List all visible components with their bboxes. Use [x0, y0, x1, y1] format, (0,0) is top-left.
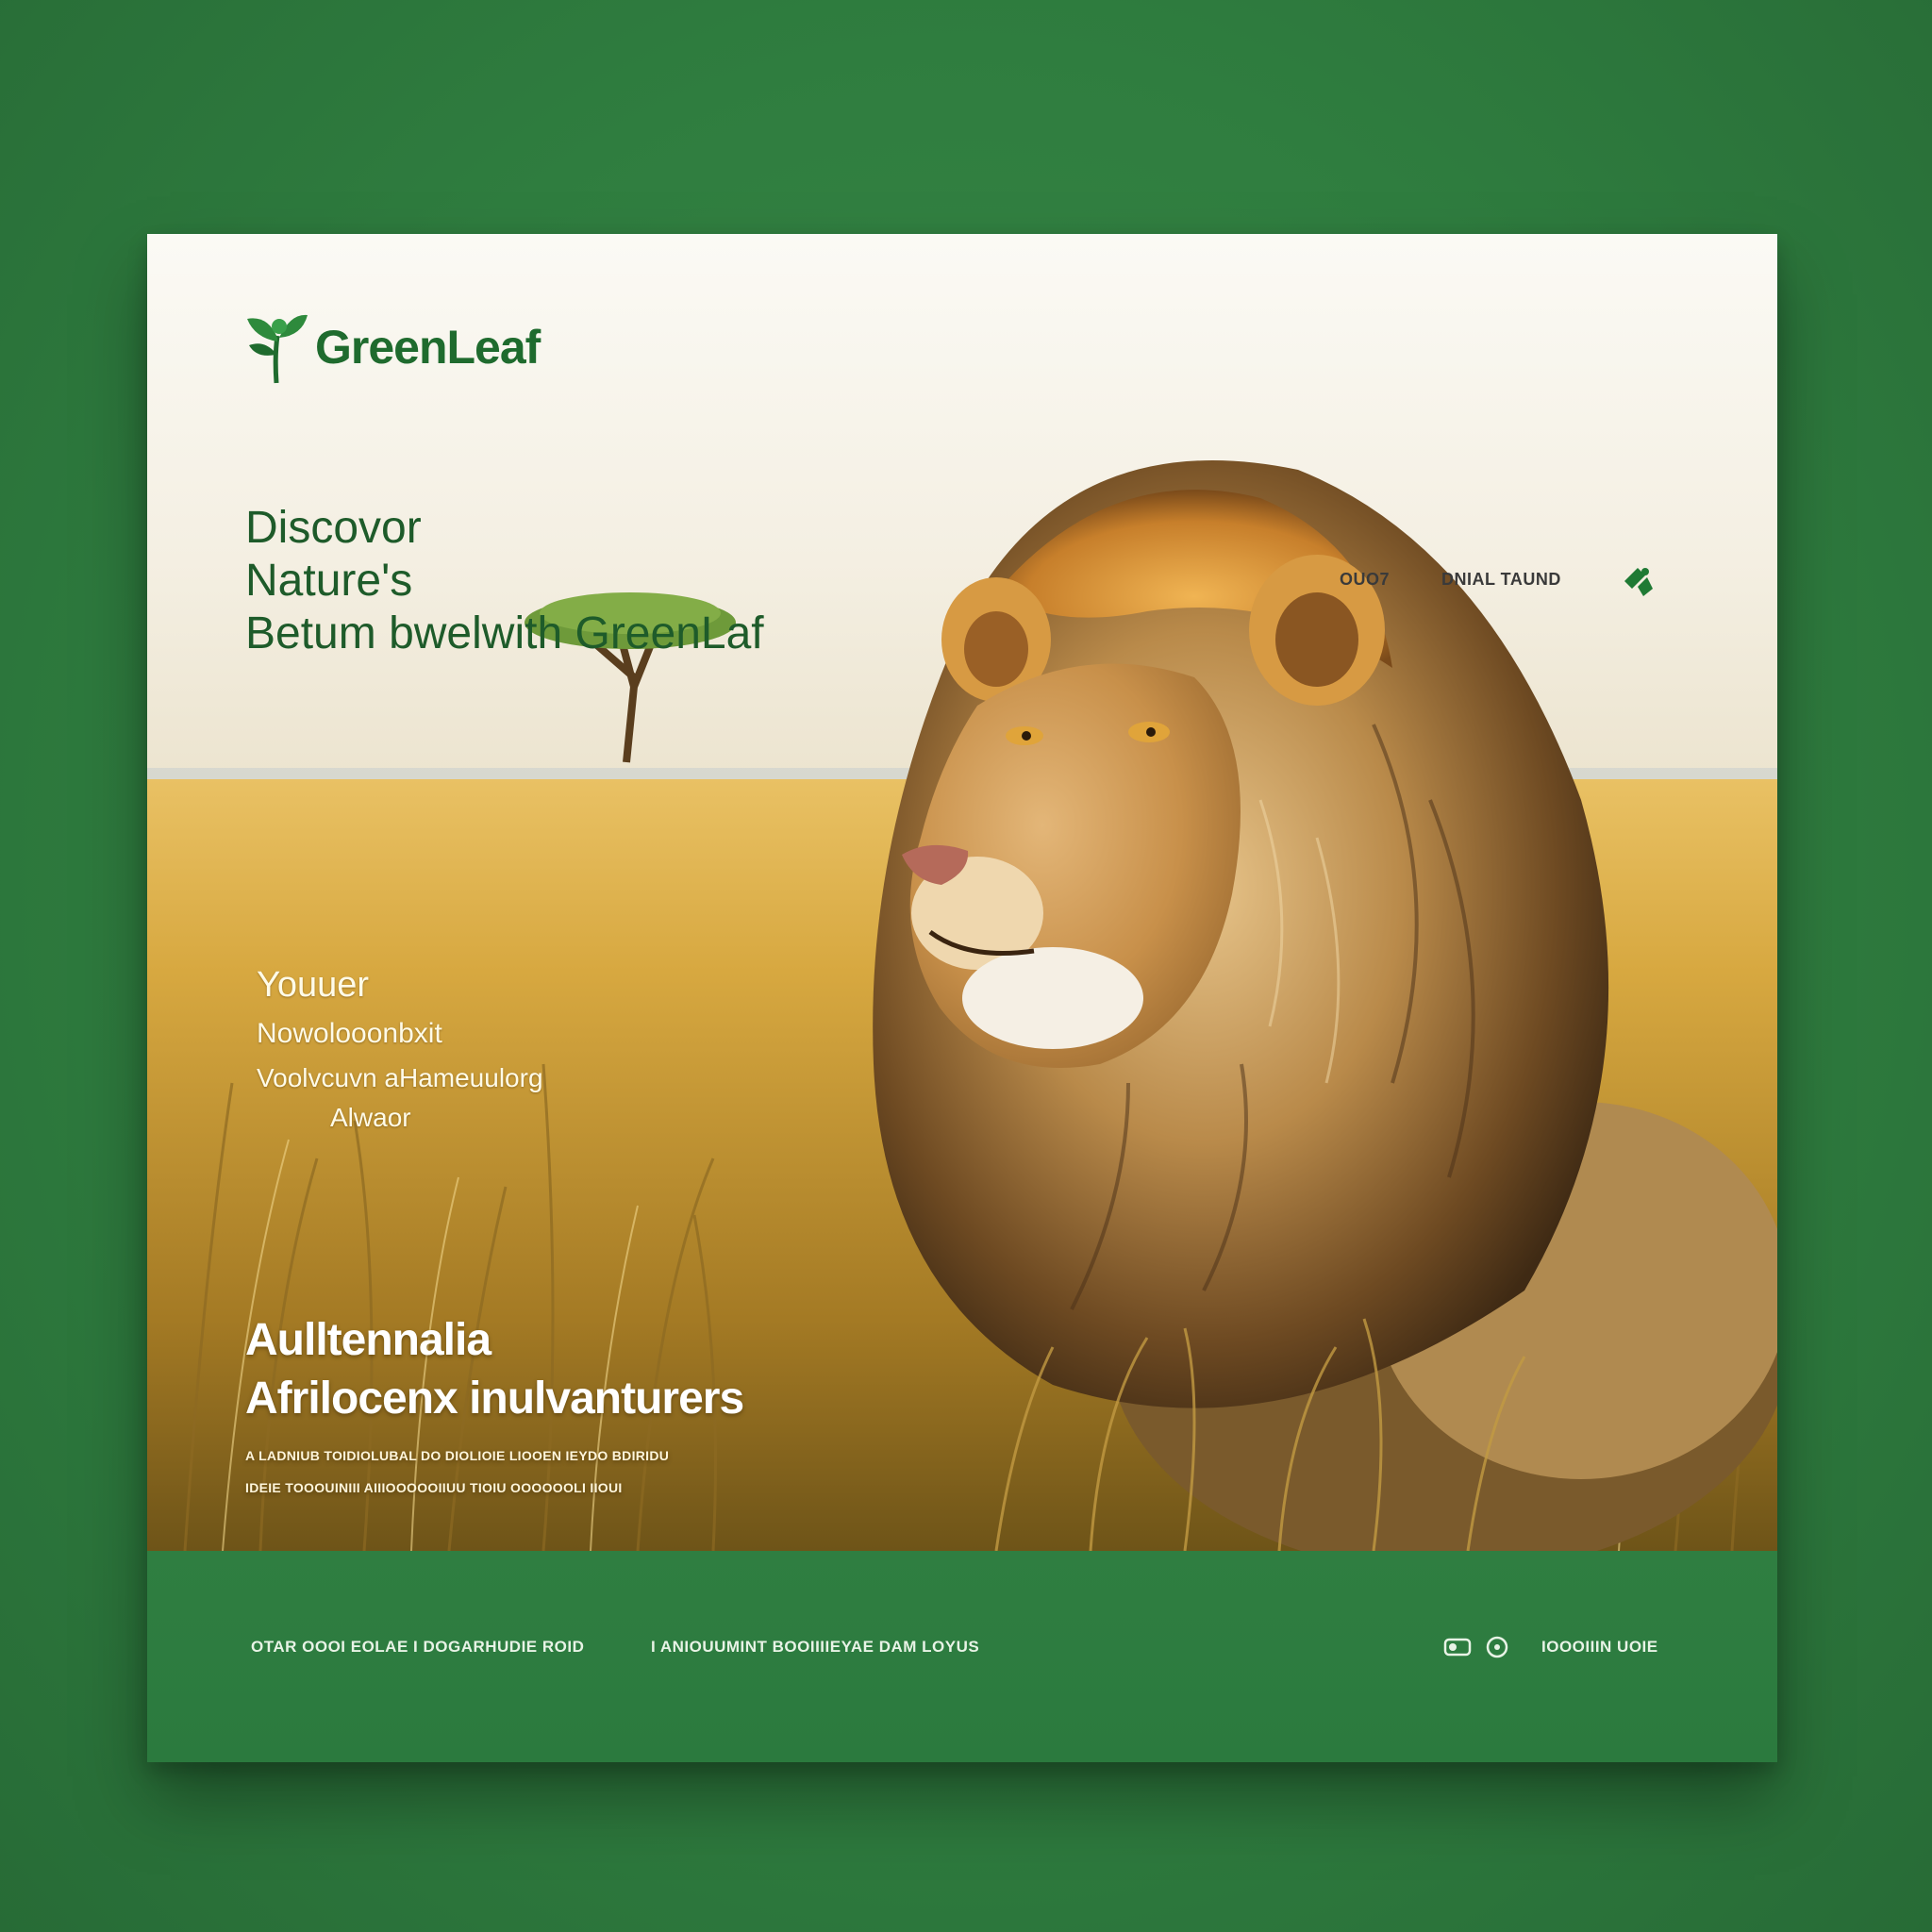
- subtitle-line-3: Voolvcuvn aHameuulorg: [257, 1063, 543, 1092]
- hero-subtitle: Youuer Nowolooonbxit Voolvcuvn aHameuulo…: [257, 960, 543, 1138]
- brand-logo[interactable]: GreenLeaf: [243, 308, 541, 387]
- footer-link-left[interactable]: OTAR OOOI EOLAE I DOGARHUDIE ROID: [251, 1638, 584, 1657]
- brand-name: GreenLeaf: [315, 321, 541, 374]
- subtitle-line-1: Youuer: [257, 965, 370, 1005]
- headline-line-1: Discovor: [245, 503, 422, 553]
- feature-title-line-1: Aulltennalia: [245, 1315, 491, 1365]
- puzzle-leaf-icon[interactable]: [1617, 560, 1658, 602]
- feature-text-line-2: IDEIE TOOOUINIII AIIIOOOOOIIUU TIOIU OOO…: [245, 1480, 623, 1495]
- footer-link-middle[interactable]: I ANIOUUMINT BOOIIIIEYAE DAM LOYUS: [651, 1638, 979, 1657]
- hero-headline: Discovor Nature's Betum bwelwith GreenLa…: [245, 502, 764, 660]
- feature-block: Aulltennalia Afrilocenx inulvanturers A …: [245, 1311, 744, 1504]
- footer-link-right[interactable]: IOOOIIIN UOIE: [1541, 1638, 1658, 1657]
- hero-section: GreenLeaf OUO7 DNIAL TAUND Discovor Natu…: [147, 234, 1777, 1551]
- leaf-logo-icon: [247, 314, 308, 384]
- headline-line-3: Betum bwelwith GreenLaf: [245, 608, 764, 658]
- subtitle-line-4: Alwaor: [330, 1103, 411, 1132]
- footer: OTAR OOOI EOLAE I DOGARHUDIE ROID I ANIO…: [147, 1551, 1777, 1762]
- nav-item-1[interactable]: OUO7: [1340, 570, 1390, 590]
- feature-text-line-1: A LADNIUB TOIDIOLUBAL DO DIOLIOIE LIOOEN…: [245, 1448, 670, 1463]
- feature-title-line-2: Afrilocenx inulvanturers: [245, 1374, 744, 1424]
- toggle-icon[interactable]: [1443, 1636, 1472, 1658]
- landing-page-card: GreenLeaf OUO7 DNIAL TAUND Discovor Natu…: [147, 234, 1777, 1762]
- headline-line-2: Nature's: [245, 556, 413, 606]
- circle-icon[interactable]: [1483, 1636, 1511, 1658]
- nav-item-2[interactable]: DNIAL TAUND: [1441, 570, 1561, 590]
- subtitle-line-2: Nowolooonbxit: [257, 1018, 442, 1049]
